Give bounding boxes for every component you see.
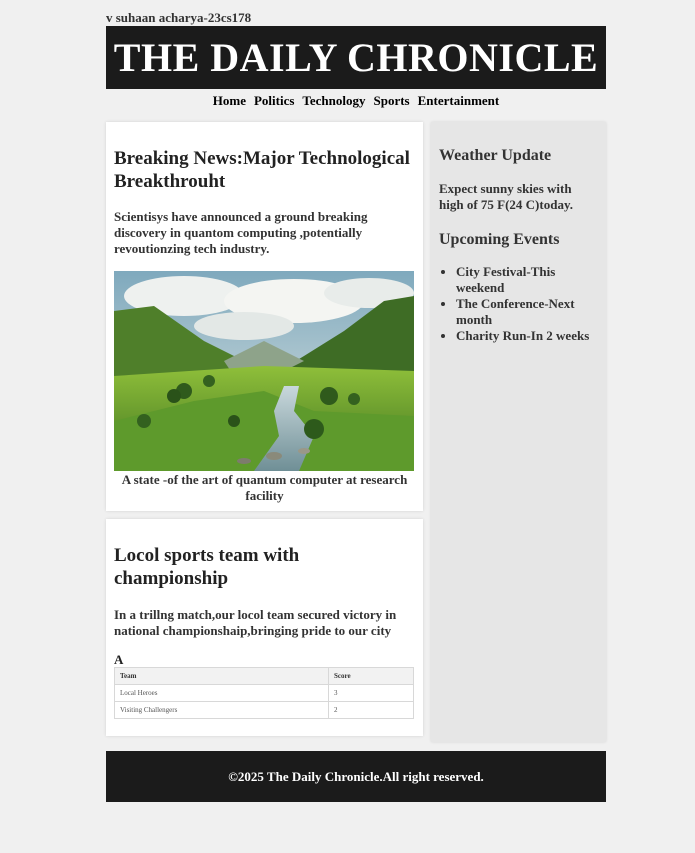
team-cell: Local Heroes: [114, 684, 329, 702]
author-line: v suhaan acharya-23cs178: [106, 10, 252, 25]
score-table: Team Score Local Heroes 3 Visiting Chall…: [114, 667, 414, 719]
table-row: Visiting Challengers 2: [114, 701, 414, 719]
copyright-text: ©2025 The Daily Chronicle.All right rese…: [228, 768, 484, 784]
column-header-team: Team: [114, 667, 329, 685]
masthead: THE DAILY CHRONICLE: [106, 26, 606, 89]
score-cell: 3: [328, 684, 414, 702]
photo-caption: A state -of the art of quantum computer …: [121, 472, 408, 503]
article-tech: Breaking News:Major Technological Breakt…: [106, 122, 423, 511]
score-cell: 2: [328, 701, 414, 719]
table-row: Local Heroes 3: [114, 684, 414, 702]
table-caption: A: [114, 652, 124, 667]
article-headline: Locol sports team with championship: [114, 545, 300, 589]
nav-technology[interactable]: Technology: [302, 93, 365, 111]
weather-heading: Weather Update: [439, 147, 552, 164]
article-lead: Scientisys have announced a ground break…: [114, 209, 368, 256]
nav-politics[interactable]: Politics: [254, 93, 294, 111]
column-header-score: Score: [328, 667, 414, 685]
event-item: The Conference-Next month: [456, 296, 598, 328]
table-header-row: Team Score: [114, 667, 414, 685]
article-lead: In a trillng match,our locol team secure…: [114, 607, 397, 638]
article-sports: Locol sports team with championship In a…: [106, 519, 423, 736]
article-photo: [114, 271, 414, 471]
nav-home[interactable]: Home: [213, 93, 246, 111]
nav-entertainment[interactable]: Entertainment: [418, 93, 500, 111]
main-nav: Home Politics Technology Sports Entertai…: [106, 93, 606, 111]
events-list: City Festival-This weekend The Conferenc…: [439, 264, 598, 344]
footer: ©2025 The Daily Chronicle.All right rese…: [106, 751, 606, 802]
sidebar: Weather Update Expect sunny skies with h…: [431, 122, 606, 742]
nav-sports[interactable]: Sports: [374, 93, 410, 111]
main-column: Breaking News:Major Technological Breakt…: [106, 122, 423, 736]
article-headline: Breaking News:Major Technological Breakt…: [114, 148, 410, 192]
weather-text: Expect sunny skies with high of 75 F(24 …: [439, 181, 573, 212]
event-item: City Festival-This weekend: [456, 264, 598, 296]
event-item: Charity Run-In 2 weeks: [456, 328, 598, 344]
site-title: THE DAILY CHRONICLE: [113, 35, 599, 80]
team-cell: Visiting Challengers: [114, 701, 329, 719]
events-heading: Upcoming Events: [439, 231, 560, 248]
